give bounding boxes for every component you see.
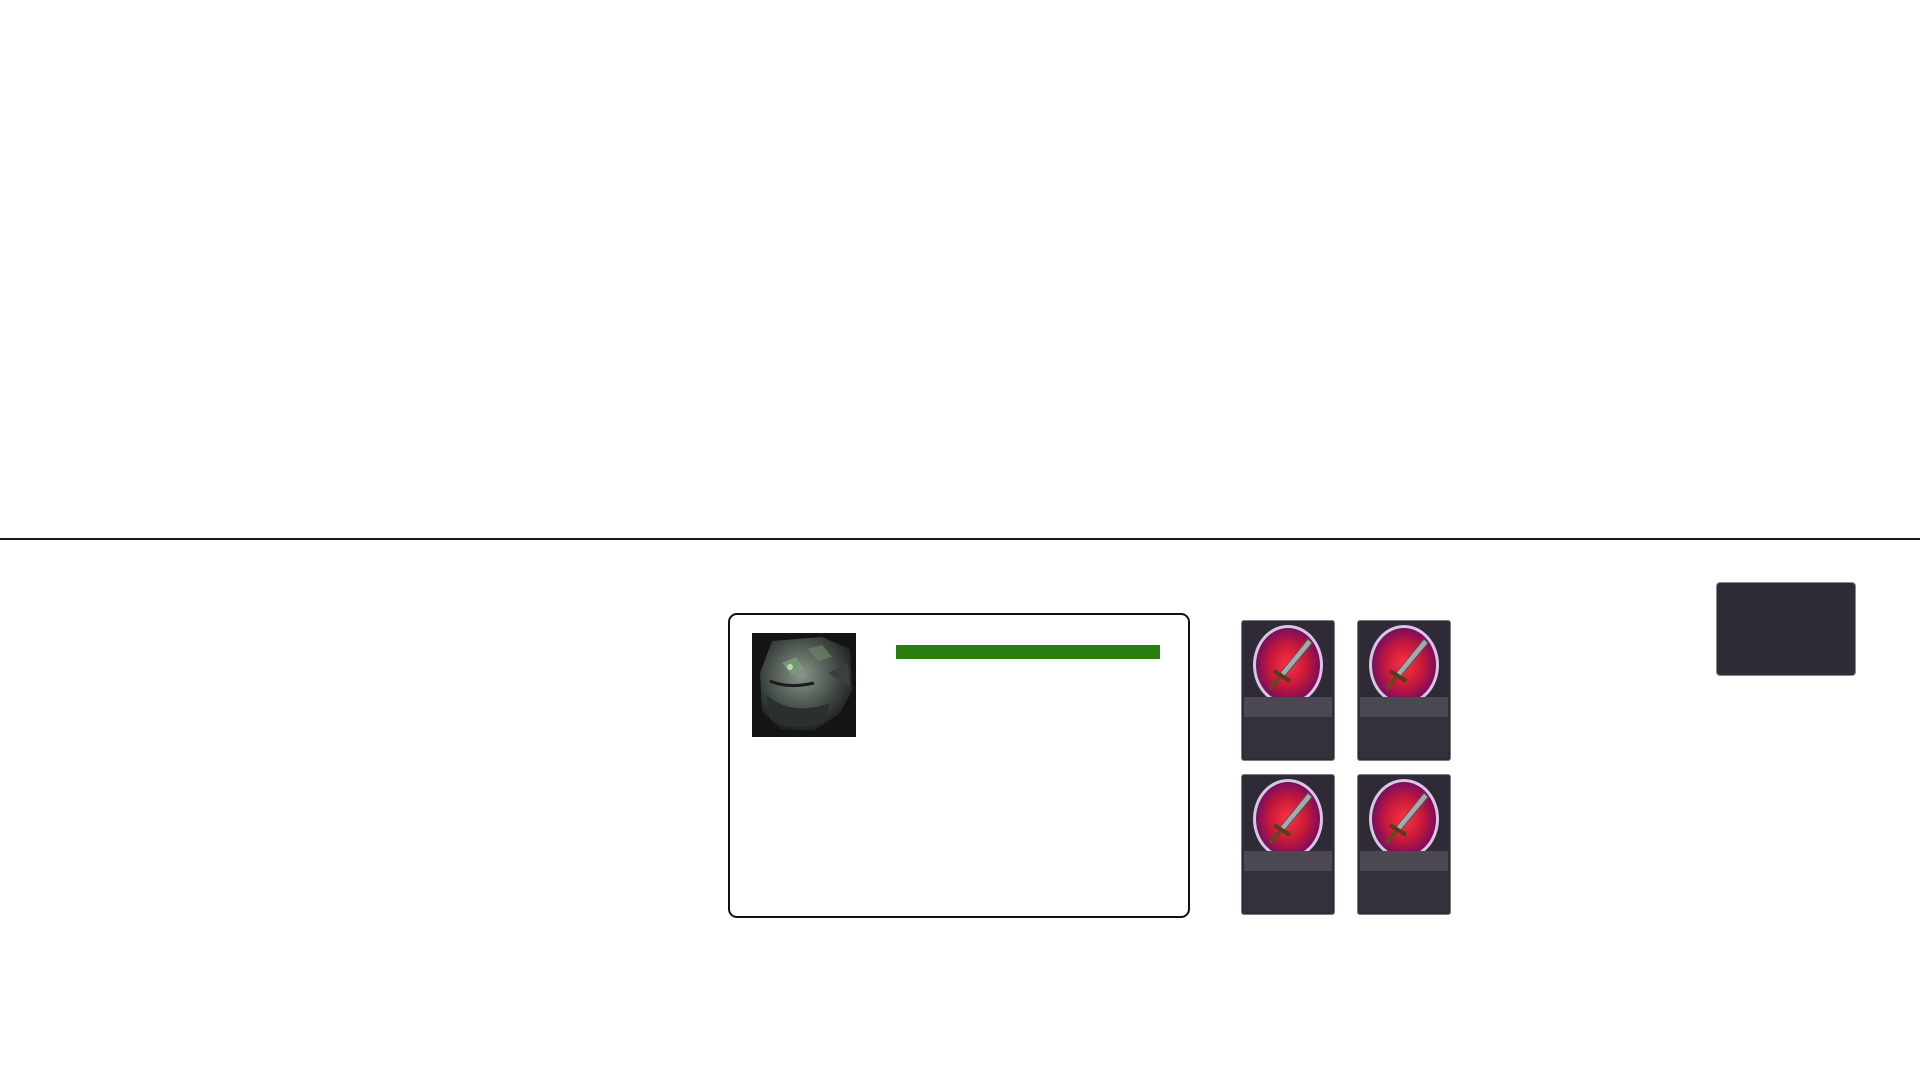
ability-grid xyxy=(1241,620,1453,915)
dragon-head-portrait-icon[interactable] xyxy=(752,633,856,737)
sword-attack-icon xyxy=(1253,779,1323,853)
unit-health-fill xyxy=(896,645,1160,659)
selected-unit-panel xyxy=(728,613,1190,918)
sword-attack-icon xyxy=(1253,625,1323,699)
sword-attack-icon xyxy=(1369,779,1439,853)
unit-health-bar xyxy=(896,645,1160,659)
ability-slot-1[interactable] xyxy=(1241,620,1335,761)
menu-button[interactable] xyxy=(1716,582,1856,676)
ability-slot-2[interactable] xyxy=(1357,620,1451,761)
hud-divider xyxy=(0,538,1920,540)
sword-attack-icon xyxy=(1369,625,1439,699)
game-viewport[interactable] xyxy=(0,0,1920,538)
ability-slot-4[interactable] xyxy=(1357,774,1451,915)
ability-slot-3[interactable] xyxy=(1241,774,1335,915)
